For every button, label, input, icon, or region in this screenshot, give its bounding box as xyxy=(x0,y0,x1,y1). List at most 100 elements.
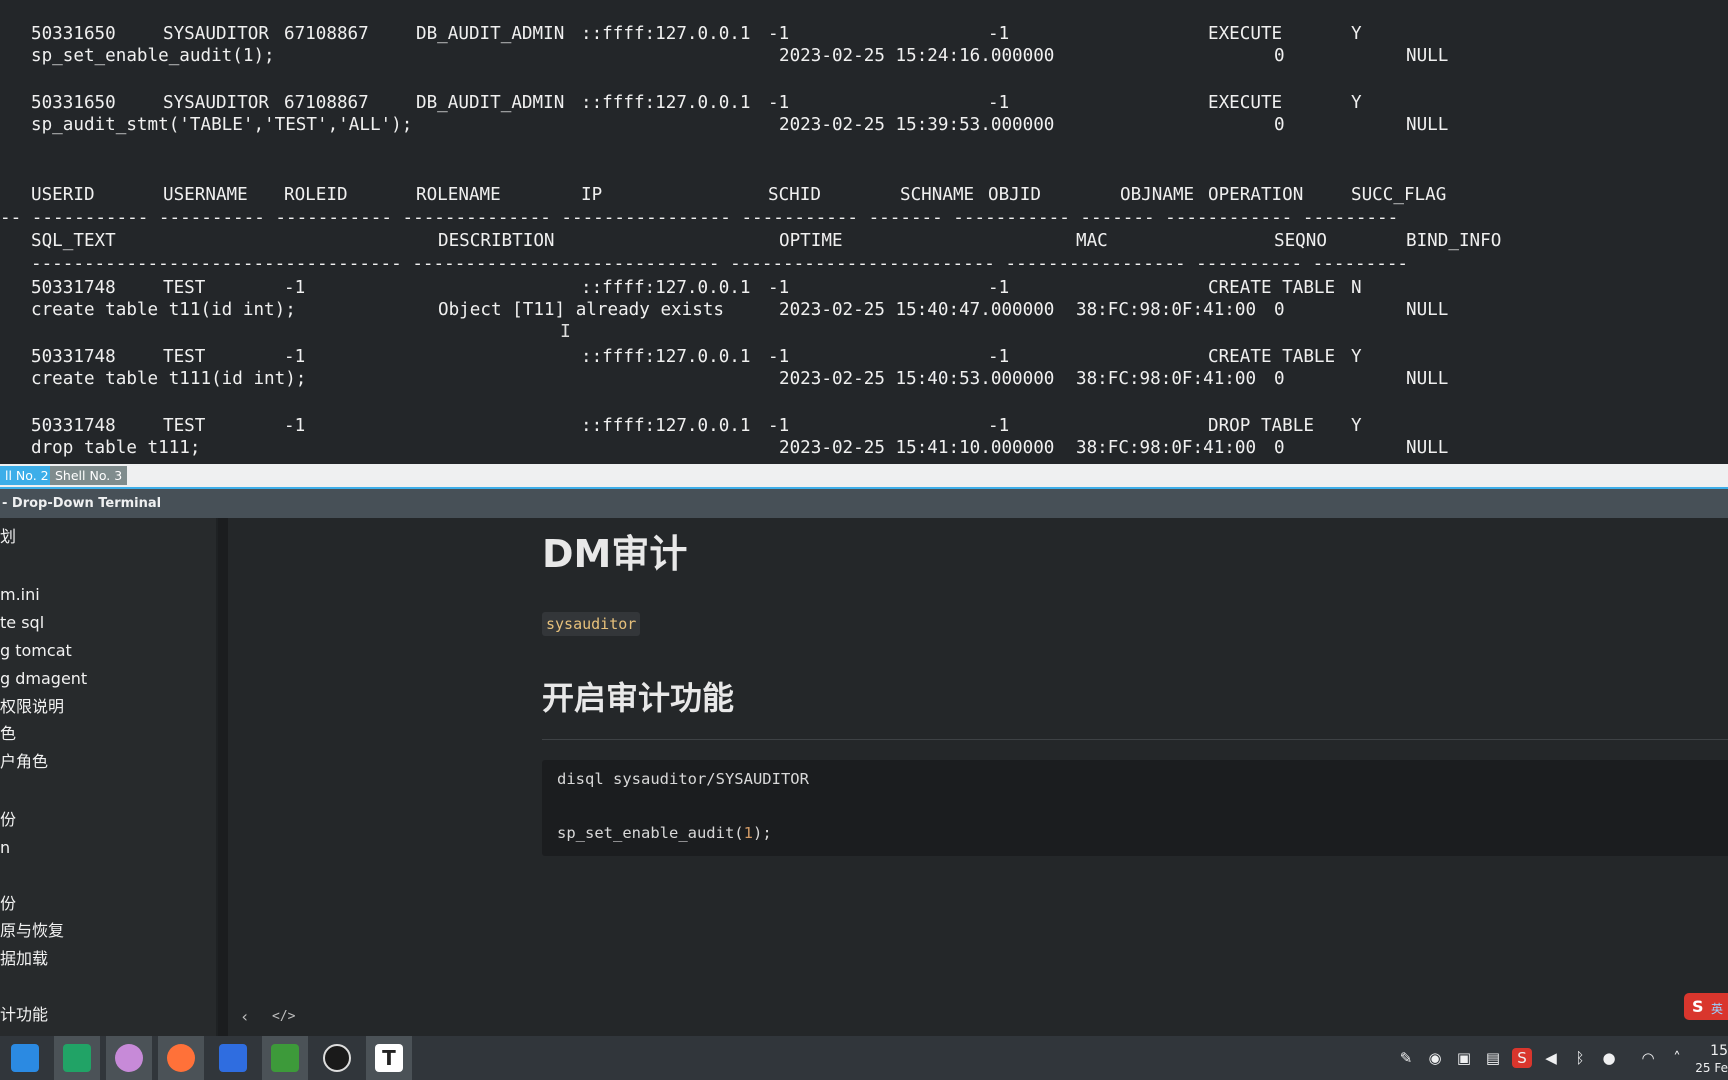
cell-sql-text: drop table t111; xyxy=(31,438,201,458)
window-title: - Drop-Down Terminal xyxy=(2,496,162,511)
wps-writer-icon[interactable] xyxy=(210,1036,256,1080)
heading-divider xyxy=(542,739,1728,740)
sidebar-item[interactable]: te sql xyxy=(0,613,44,633)
cell-objid: -1 xyxy=(988,347,1010,367)
markdown-editor[interactable]: DM审计 sysauditor 开启审计功能 disql sysauditor/… xyxy=(228,518,1728,1036)
chevron-up-icon[interactable]: ˄ xyxy=(1667,1048,1687,1068)
code-line-2: sp_set_enable_audit(1); xyxy=(557,823,772,843)
cell-objid: -1 xyxy=(988,278,1010,298)
header-objid: OBJID xyxy=(988,185,1041,205)
obs-studio-icon[interactable] xyxy=(314,1036,360,1080)
cell-bind-info: NULL xyxy=(1406,115,1449,135)
terminal-output[interactable]: 50331650 SYSAUDITOR 67108867 DB_AUDIT_AD… xyxy=(0,0,1728,464)
clock-time[interactable]: 15 xyxy=(1710,1043,1728,1059)
cell-succ-flag: Y xyxy=(1351,347,1362,367)
cell-sql-text: create table t11(id int); xyxy=(31,300,296,320)
header-userid: USERID xyxy=(31,185,95,205)
sidebar-item[interactable]: 划 xyxy=(0,527,16,547)
sidebar-item-active[interactable]: 计功能 xyxy=(0,1005,48,1025)
window-title-bar[interactable]: - Drop-Down Terminal xyxy=(0,489,1728,518)
app-launcher-icon[interactable] xyxy=(2,1036,48,1080)
sidebar-item[interactable]: g dmagent xyxy=(0,669,87,689)
cell-roleid: -1 xyxy=(284,278,306,298)
sidebar-item[interactable]: 户角色 xyxy=(0,752,48,772)
cell-roleid: 67108867 xyxy=(284,24,369,44)
audit-row-2-line-2: sp_audit_stmt('TABLE','TEST','ALL'); 202… xyxy=(0,115,1448,135)
obs-tray-icon[interactable]: ◉ xyxy=(1425,1048,1445,1068)
firefox-icon[interactable] xyxy=(158,1036,204,1080)
cell-bind-info: NULL xyxy=(1406,300,1449,320)
tab-shell-3[interactable]: Shell No. 3 xyxy=(50,466,128,485)
cell-seqno: 0 xyxy=(1274,115,1285,135)
cell-succ-flag: Y xyxy=(1351,416,1362,436)
file-manager-icon[interactable] xyxy=(54,1036,100,1080)
terminal-tray-icon[interactable]: ▣ xyxy=(1454,1048,1474,1068)
header-seqno: SEQNO xyxy=(1274,231,1327,251)
microphone-icon[interactable]: ● xyxy=(1599,1048,1619,1068)
volume-icon[interactable]: ◀ xyxy=(1541,1048,1561,1068)
code-block[interactable]: disql sysauditor/SYSAUDITOR sp_set_enabl… xyxy=(542,760,1728,856)
feather-icon[interactable]: ✎ xyxy=(1396,1048,1416,1068)
header-bind-info: BIND_INFO xyxy=(1406,231,1502,251)
tab-shell-2[interactable]: ll No. 2 xyxy=(0,466,54,485)
sidebar-item[interactable]: 据加载 xyxy=(0,949,48,969)
bluetooth-icon[interactable]: ᛒ xyxy=(1570,1048,1590,1068)
cell-describtion: Object [T11] already exists xyxy=(438,300,724,320)
doc-heading-1[interactable]: DM审计 xyxy=(542,530,687,578)
sidebar-item[interactable]: n xyxy=(0,838,10,858)
cell-username: SYSAUDITOR xyxy=(163,93,269,113)
sidebar-item[interactable]: 份 xyxy=(0,810,16,830)
cell-objid: -1 xyxy=(988,24,1010,44)
doc-heading-2[interactable]: 开启审计功能 xyxy=(542,676,734,720)
clipboard-icon[interactable]: ▤ xyxy=(1483,1048,1503,1068)
sidebar-scrollbar[interactable] xyxy=(218,518,228,1036)
cell-bind-info: NULL xyxy=(1406,438,1449,458)
cell-optime: 2023-02-25 15:24:16.000000 xyxy=(779,46,1055,66)
cell-sql-text: sp_audit_stmt('TABLE','TEST','ALL'); xyxy=(31,115,413,135)
cell-schid: -1 xyxy=(768,416,790,436)
cell-sql-text: create table t111(id int); xyxy=(31,369,307,389)
cell-ip: ::ffff:127.0.0.1 xyxy=(581,416,751,436)
dash-row: ----------------------------------- ----… xyxy=(31,254,1409,274)
cell-operation: EXECUTE xyxy=(1208,24,1283,44)
cell-schid: -1 xyxy=(768,278,790,298)
cell-username: SYSAUDITOR xyxy=(163,24,269,44)
cell-operation: CREATE TABLE xyxy=(1208,278,1336,298)
header-sql-text: SQL_TEXT xyxy=(31,231,116,251)
sidebar-item[interactable]: 份 xyxy=(0,894,16,914)
sidebar-item[interactable]: 权限说明 xyxy=(0,697,64,717)
header-schname: SCHNAME xyxy=(900,185,975,205)
code-line-1: disql sysauditor/SYSAUDITOR xyxy=(557,770,809,788)
cell-ip: ::ffff:127.0.0.1 xyxy=(581,278,751,298)
sidebar-item[interactable]: 原与恢复 xyxy=(0,921,64,941)
cell-schid: -1 xyxy=(768,347,790,367)
cell-ip: ::ffff:127.0.0.1 xyxy=(581,347,751,367)
inline-code[interactable]: sysauditor xyxy=(542,612,641,636)
cell-bind-info: NULL xyxy=(1406,369,1449,389)
audit-row-1-line-1: 50331650 SYSAUDITOR 67108867 DB_AUDIT_AD… xyxy=(0,24,1362,44)
cell-succ-flag: N xyxy=(1351,278,1362,298)
cell-seqno: 0 xyxy=(1274,46,1285,66)
cell-mac: 38:FC:98:0F:41:00 xyxy=(1076,369,1257,389)
terminal-tab-bar: ll No. 2 Shell No. 3 xyxy=(0,464,1728,489)
image-viewer-icon[interactable] xyxy=(106,1036,152,1080)
spreadsheet-icon[interactable] xyxy=(262,1036,308,1080)
sogou-tray-icon[interactable]: S xyxy=(1512,1048,1532,1068)
cell-roleid: -1 xyxy=(284,347,306,367)
cell-mac: 38:FC:98:0F:41:00 xyxy=(1076,300,1257,320)
sidebar-item[interactable]: m.ini xyxy=(0,585,40,605)
sidebar-item[interactable]: g tomcat xyxy=(0,641,72,661)
column-header-line-1: USERID USERNAME ROLEID ROLENAME IP SCHID… xyxy=(0,185,1446,205)
cell-userid: 50331650 xyxy=(31,24,116,44)
typora-icon[interactable]: T xyxy=(366,1036,412,1080)
audit-row-2-line-1: 50331650 SYSAUDITOR 67108867 DB_AUDIT_AD… xyxy=(0,93,1362,113)
clock-date[interactable]: 25 Fe xyxy=(1695,1061,1728,1075)
header-ip: IP xyxy=(581,185,603,205)
wifi-icon[interactable]: ◠ xyxy=(1638,1048,1658,1068)
sidebar-item[interactable]: 色 xyxy=(0,724,16,744)
code-icon[interactable]: </> xyxy=(272,1001,295,1033)
table-row-2-line-2: create table t111(id int); 2023-02-25 15… xyxy=(0,369,1448,389)
cell-optime: 2023-02-25 15:40:47.000000 xyxy=(779,300,1055,320)
cell-roleid: -1 xyxy=(284,416,306,436)
chevron-left-icon[interactable]: ‹ xyxy=(240,1001,250,1033)
